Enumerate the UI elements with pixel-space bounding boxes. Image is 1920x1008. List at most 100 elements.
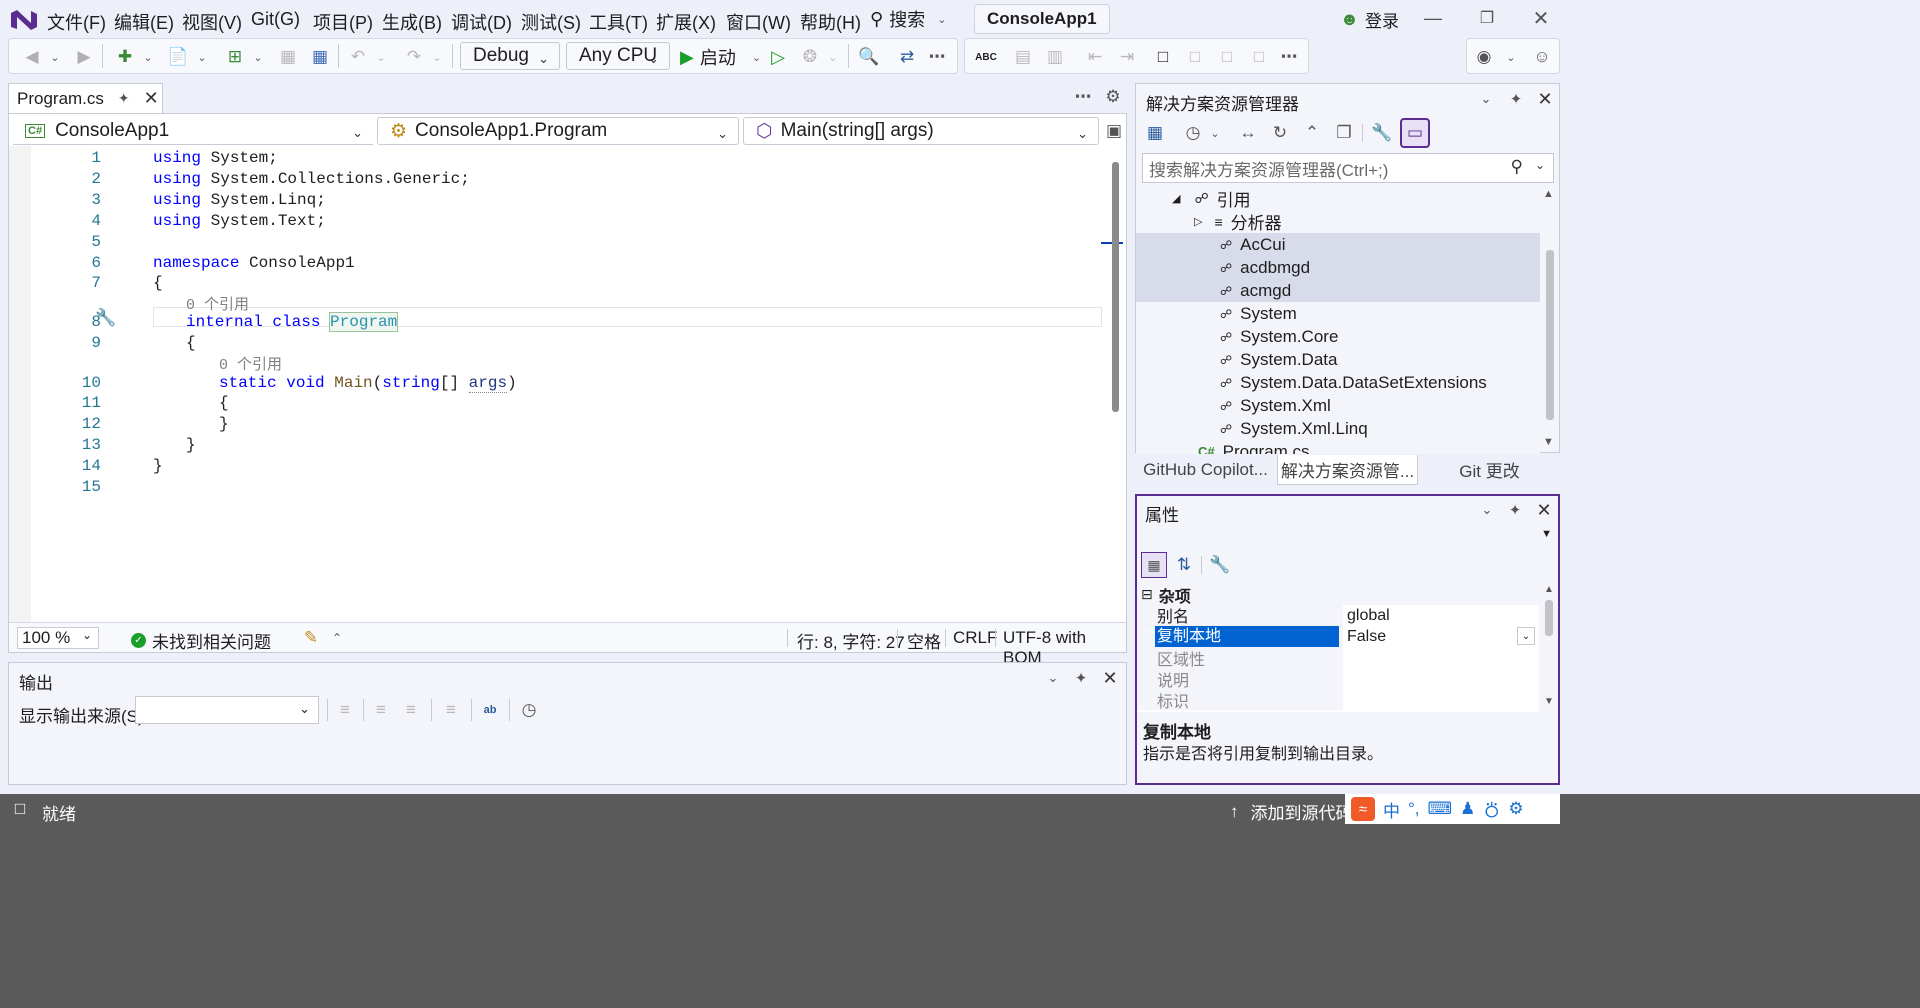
property-value[interactable] bbox=[1343, 647, 1539, 668]
pin-icon[interactable]: ✦ bbox=[1071, 668, 1091, 688]
save-icon[interactable]: ▦ bbox=[276, 44, 300, 70]
close-panel-icon[interactable]: ✕ bbox=[1533, 500, 1555, 520]
start-without-debugging-icon[interactable]: ▷ bbox=[766, 44, 790, 70]
scroll-thumb[interactable] bbox=[1545, 600, 1553, 636]
open-file-icon[interactable]: 📄 bbox=[165, 44, 191, 70]
tree-node-reference[interactable]: ☍ System.Data bbox=[1136, 348, 1540, 371]
preview-selected-icon[interactable]: ▭ bbox=[1400, 118, 1430, 148]
switch-views-icon[interactable]: ▦ bbox=[1142, 120, 1168, 146]
login-button[interactable]: ☻ 登录 bbox=[1340, 7, 1399, 32]
find-in-files-icon[interactable]: 🔍 bbox=[856, 44, 882, 70]
menu-view[interactable]: 视图(V) bbox=[182, 9, 242, 35]
categorized-view-icon[interactable]: ▦ bbox=[1141, 552, 1167, 578]
close-button[interactable]: ✕ bbox=[1526, 4, 1556, 32]
tree-node-reference[interactable]: ☍ acdbmgd bbox=[1136, 256, 1540, 279]
refresh-icon[interactable]: ↻ bbox=[1268, 120, 1292, 146]
forward-icon[interactable]: ▶ bbox=[72, 45, 96, 69]
collapse-all-icon[interactable]: ⌃ bbox=[1300, 120, 1324, 146]
chevron-down-icon[interactable]: ⌄ bbox=[1208, 121, 1222, 145]
menu-help[interactable]: 帮助(H) bbox=[800, 9, 861, 35]
scroll-down-icon[interactable]: ▼ bbox=[1544, 696, 1554, 707]
tab-solution-explorer[interactable]: 解决方案资源管... bbox=[1277, 455, 1418, 485]
start-debugging-button[interactable]: ▶ 启动 ⌄ bbox=[680, 44, 761, 70]
chevron-down-icon[interactable]: ⌄ bbox=[1043, 668, 1063, 688]
live-share-user-icon[interactable]: ☺ bbox=[1528, 44, 1556, 70]
project-dropdown[interactable]: C# ConsoleApp1 ⌄ bbox=[13, 117, 373, 145]
category-header[interactable]: ⊟ 杂项 bbox=[1137, 584, 1539, 606]
restore-button[interactable]: ❐ bbox=[1472, 4, 1502, 32]
copilot-icon[interactable]: ◉ bbox=[1470, 44, 1498, 70]
tree-node-reference[interactable]: ☍ System.Core bbox=[1136, 325, 1540, 348]
type-dropdown[interactable]: ⚙ ConsoleApp1.Program ⌄ bbox=[377, 117, 739, 145]
object-selector[interactable]: ▼ bbox=[1137, 526, 1558, 548]
scroll-up-icon[interactable]: ▲ bbox=[1544, 584, 1554, 595]
code-line[interactable]: using System; bbox=[153, 149, 278, 167]
indent-mode[interactable]: 空格 bbox=[907, 628, 941, 653]
issues-indicator[interactable]: ✓ 未找到相关问题 bbox=[131, 628, 271, 653]
punctuation-icon[interactable]: °, bbox=[1408, 799, 1420, 819]
split-editor-icon[interactable]: ▣ bbox=[1103, 118, 1125, 144]
chevron-down-icon[interactable]: ⌄ bbox=[826, 45, 840, 69]
toolbar-overflow-icon[interactable]: ⋯ bbox=[926, 44, 948, 70]
tree-node-references[interactable]: ◢ ☍ 引用 bbox=[1136, 187, 1540, 210]
uncomment-icon[interactable]: ▥ bbox=[1042, 44, 1068, 70]
configuration-dropdown[interactable]: Debug ⌄ bbox=[460, 42, 560, 70]
pin-icon[interactable]: ✦ bbox=[118, 90, 130, 107]
chevron-down-icon[interactable]: ⌄ bbox=[48, 45, 62, 69]
scroll-thumb[interactable] bbox=[1546, 250, 1554, 420]
menu-debug[interactable]: 调试(D) bbox=[451, 9, 512, 35]
property-row[interactable]: 区域性 bbox=[1137, 647, 1539, 669]
codelens-references-hint[interactable]: 0 个引用 bbox=[219, 353, 282, 374]
code-line[interactable]: namespace ConsoleApp1 bbox=[153, 254, 355, 272]
property-value[interactable]: global bbox=[1343, 604, 1539, 626]
prev-message-icon[interactable]: ≡ bbox=[369, 698, 393, 722]
comment-icon[interactable]: ▤ bbox=[1010, 44, 1036, 70]
word-wrap-icon[interactable]: ab bbox=[477, 698, 503, 722]
hot-reload-icon[interactable]: ❂ bbox=[798, 44, 822, 70]
member-dropdown[interactable]: ⬡ Main(string[] args) ⌄ bbox=[743, 117, 1099, 145]
solution-search-box[interactable]: 搜索解决方案资源管理器(Ctrl+;) ⚲ ⌄ bbox=[1142, 153, 1554, 183]
notifications-icon[interactable]: □ bbox=[8, 798, 32, 820]
code-line[interactable]: } bbox=[219, 415, 229, 433]
code-line[interactable]: { bbox=[219, 394, 229, 412]
tree-node-analyzers[interactable]: ▷ ≡ 分析器 bbox=[1136, 210, 1540, 234]
tree-node-reference[interactable]: ☍ System.Data.DataSetExtensions bbox=[1136, 371, 1540, 394]
find-message-icon[interactable]: ≡ bbox=[333, 698, 357, 722]
tree-node-reference[interactable]: ☍ System.Xml.Linq bbox=[1136, 417, 1540, 440]
code-line[interactable]: static void Main(string[] args) bbox=[219, 374, 517, 393]
properties-wrench-icon[interactable]: 🔧 bbox=[1370, 120, 1394, 146]
code-line[interactable]: using System.Linq; bbox=[153, 191, 326, 209]
prev-bookmark-icon[interactable]: □ bbox=[1182, 44, 1208, 70]
tree-node-reference[interactable]: ☍ acmgd bbox=[1136, 279, 1540, 302]
menu-project[interactable]: 项目(P) bbox=[313, 9, 373, 35]
show-all-files-icon[interactable]: ❐ bbox=[1332, 120, 1356, 146]
indent-icon[interactable]: ⇥ bbox=[1114, 44, 1140, 70]
property-value[interactable]: False bbox=[1343, 626, 1539, 647]
pin-icon[interactable]: ✦ bbox=[1505, 500, 1525, 520]
code-line[interactable]: } bbox=[153, 457, 163, 475]
chevron-up-icon[interactable]: ⌃ bbox=[327, 627, 347, 649]
chevron-down-icon[interactable]: ⌄ bbox=[251, 45, 265, 69]
scroll-down-icon[interactable]: ▼ bbox=[1543, 436, 1554, 448]
property-value[interactable] bbox=[1343, 668, 1539, 689]
editor-settings-icon[interactable]: ⚙ bbox=[1102, 86, 1124, 108]
zoom-dropdown[interactable]: 100 % ⌄ bbox=[17, 627, 99, 649]
code-line[interactable]: using System.Text; bbox=[153, 212, 326, 230]
menu-extensions[interactable]: 扩展(X) bbox=[656, 9, 716, 35]
code-line[interactable]: { bbox=[186, 334, 196, 352]
tree-node-reference[interactable]: ☍ AcCui bbox=[1136, 233, 1540, 256]
vs-logo-icon[interactable] bbox=[6, 5, 42, 35]
chevron-down-icon[interactable]: ⌄ bbox=[195, 45, 209, 69]
code-cleanup-icon[interactable]: ✎ bbox=[299, 627, 323, 649]
close-panel-icon[interactable]: ✕ bbox=[1534, 89, 1556, 109]
sync-icon[interactable]: ↔ bbox=[1236, 120, 1260, 146]
spell-check-icon[interactable]: ABC bbox=[972, 44, 1000, 70]
tab-git-changes[interactable]: Git 更改 bbox=[1419, 455, 1560, 484]
property-pages-icon[interactable]: 🔧 bbox=[1207, 552, 1233, 578]
live-share-icon[interactable]: ⇄ bbox=[894, 44, 920, 70]
ime-logo-icon[interactable]: ≈ bbox=[1351, 797, 1375, 821]
chevron-down-icon[interactable]: ⌄ bbox=[1477, 500, 1497, 520]
chevron-down-icon[interactable]: ⌄ bbox=[1476, 89, 1496, 109]
user-icon[interactable]: ♟ bbox=[1460, 799, 1475, 819]
global-search-button[interactable]: ⚲ 搜索 ⌄ bbox=[870, 7, 946, 31]
